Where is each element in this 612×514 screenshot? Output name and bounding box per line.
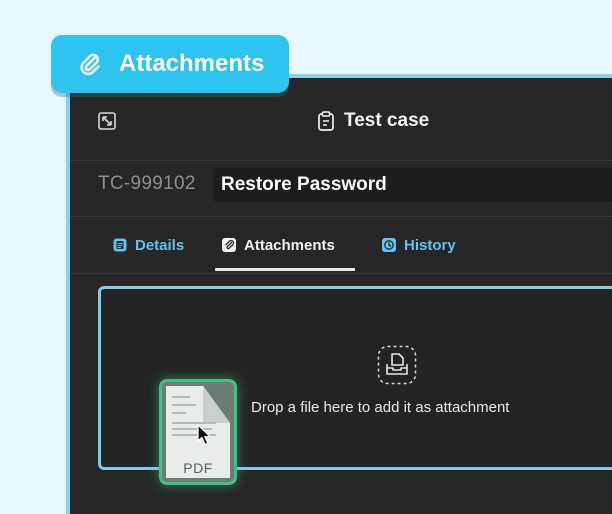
pdf-preview-line [172, 412, 186, 414]
case-id: TC-999102 [98, 173, 196, 194]
expand-icon[interactable] [98, 112, 116, 130]
paperclip-icon [222, 238, 236, 252]
clipboard-icon [318, 111, 334, 131]
history-icon [382, 238, 396, 252]
active-tab-indicator [215, 268, 355, 271]
dropzone-text: Drop a file here to add it as attachment [251, 399, 510, 416]
file-upload-icon [377, 345, 417, 385]
test-case-panel: Test case TC-999102 Restore Password Det… [66, 74, 612, 514]
pdf-type-label: PDF [183, 460, 213, 476]
tab-details-label: Details [135, 236, 185, 254]
attachments-chip: Attachments [51, 35, 289, 93]
tab-history-label: History [404, 236, 456, 254]
tab-attachments[interactable]: Attachments [221, 235, 335, 255]
panel-title: Test case [318, 108, 429, 134]
case-name-field[interactable]: Restore Password [213, 168, 612, 202]
panel-title-text: Test case [344, 110, 430, 131]
tab-history[interactable]: History [381, 235, 456, 255]
mouse-pointer-icon [197, 424, 211, 446]
pdf-preview-line [172, 404, 196, 406]
paperclip-icon [80, 53, 100, 76]
tab-bar: Details Attachments History [70, 217, 612, 274]
tab-attachments-label: Attachments [244, 236, 335, 254]
pdf-preview-line [172, 396, 190, 398]
tab-details[interactable]: Details [112, 235, 184, 255]
case-title-row: TC-999102 Restore Password [70, 160, 612, 217]
details-icon [113, 238, 127, 252]
attachments-chip-label: Attachments [119, 50, 265, 77]
